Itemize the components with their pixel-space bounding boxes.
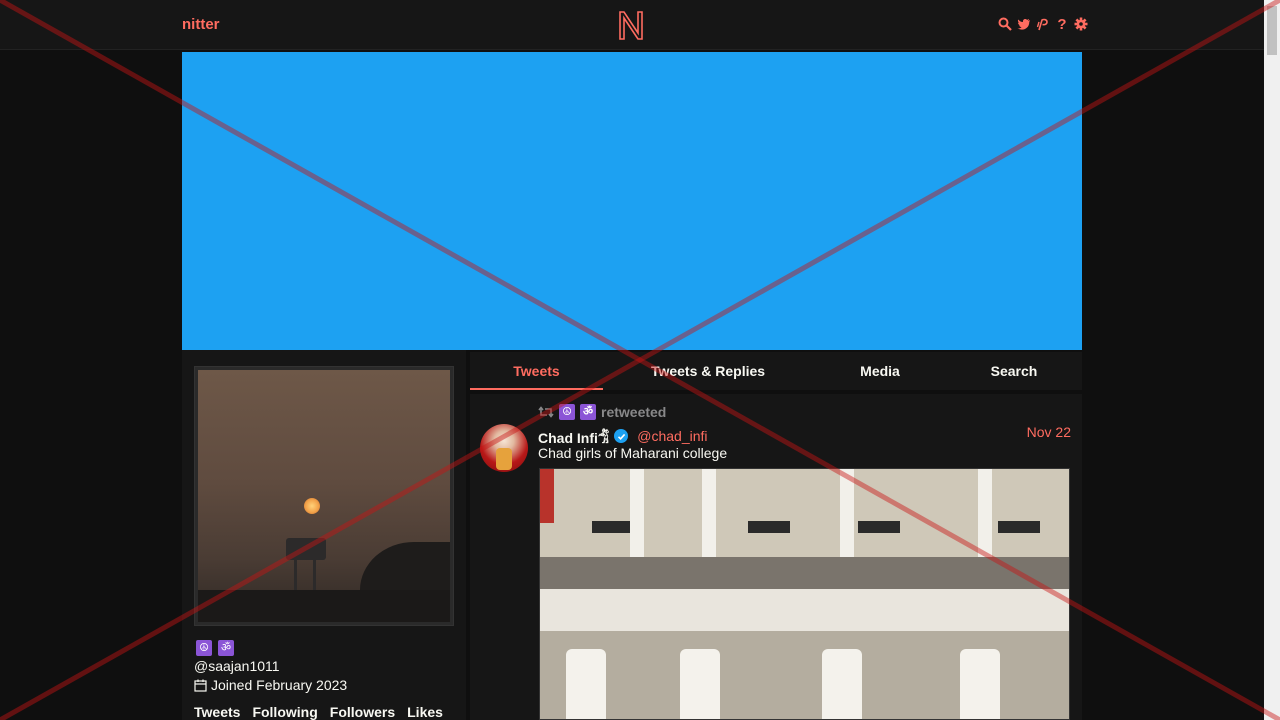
- media-pillar: [630, 469, 644, 557]
- sun-shape: [304, 498, 320, 514]
- tab-media[interactable]: Media: [813, 352, 947, 390]
- tab-tweets-replies[interactable]: Tweets & Replies: [603, 352, 813, 390]
- stat-following[interactable]: Following: [252, 704, 317, 720]
- author-name-text[interactable]: Chad Infi: [538, 430, 598, 446]
- rss-icon[interactable]: [1036, 16, 1050, 32]
- stat-likes[interactable]: Likes: [407, 704, 443, 720]
- gear-icon[interactable]: [1074, 16, 1088, 32]
- profile-banner[interactable]: [182, 52, 1082, 350]
- tweet-text: Chad girls of Maharani college: [538, 445, 728, 461]
- twitter-bird-icon[interactable]: [1017, 16, 1031, 32]
- navbar: nitter ?: [0, 0, 1264, 50]
- profile-joined: Joined February 2023: [194, 677, 347, 693]
- stat-tweets[interactable]: Tweets: [194, 704, 240, 720]
- retweet-label: retweeted: [601, 404, 667, 420]
- scrollbar-thumb[interactable]: [1267, 6, 1277, 55]
- media-window: [748, 521, 790, 533]
- om-badge: ॐ: [218, 640, 234, 656]
- profile-stats: Tweets Following Followers Likes: [194, 704, 443, 720]
- media-arch: [822, 649, 862, 719]
- profile-card: ☮ ॐ @saajan1011 Joined February 2023 Twe…: [182, 350, 466, 720]
- page-scrollbar[interactable]: [1264, 0, 1280, 720]
- nav-icons: ?: [998, 16, 1088, 33]
- tweet-author-handle[interactable]: @chad_infi: [637, 428, 707, 444]
- nitter-logo[interactable]: [617, 9, 645, 41]
- peace-badge: ☮: [559, 404, 575, 420]
- tab-search[interactable]: Search: [947, 352, 1081, 390]
- media-arch: [680, 649, 720, 719]
- joined-text: Joined February 2023: [211, 677, 348, 693]
- media-window: [592, 521, 634, 533]
- tweet-media-image[interactable]: [539, 468, 1070, 720]
- retweet-icon: [538, 406, 554, 418]
- timeline-tabs: Tweets Tweets & Replies Media Search: [470, 352, 1082, 390]
- water-tower-shape: [286, 538, 326, 560]
- author-name-emoji: 𓀦: [597, 430, 610, 446]
- profile-badges: ☮ ॐ: [196, 640, 234, 656]
- avatar-figure: [496, 448, 512, 470]
- media-rail: [540, 589, 1069, 631]
- media-pillar: [978, 469, 992, 557]
- media-balcony: [540, 557, 1069, 589]
- tweet-date[interactable]: Nov 22: [1027, 424, 1071, 440]
- verified-badge-icon: [614, 429, 629, 443]
- calendar-icon: [194, 679, 207, 692]
- help-icon[interactable]: ?: [1055, 16, 1069, 33]
- tab-tweets[interactable]: Tweets: [470, 352, 603, 390]
- search-icon[interactable]: [998, 16, 1012, 32]
- media-red-sign: [540, 469, 554, 523]
- avatar-image: [198, 370, 450, 622]
- media-arch: [566, 649, 606, 719]
- profile-username[interactable]: @saajan1011: [194, 658, 280, 674]
- media-pillar: [702, 469, 716, 557]
- tweet-author-avatar[interactable]: [480, 424, 528, 472]
- peace-badge: ☮: [196, 640, 212, 656]
- brand-link[interactable]: nitter: [182, 16, 220, 33]
- media-pillar: [840, 469, 854, 557]
- retweet-header: ☮ ॐ retweeted: [538, 404, 666, 420]
- timeline: ☮ ॐ retweeted Chad Infi𓀦 @chad_infi Nov …: [470, 394, 1082, 720]
- profile-avatar[interactable]: [194, 366, 454, 626]
- media-window: [998, 521, 1040, 533]
- stat-followers[interactable]: Followers: [330, 704, 395, 720]
- ground-shape: [198, 590, 450, 622]
- media-arch: [960, 649, 1000, 719]
- om-badge: ॐ: [580, 404, 596, 420]
- media-window: [858, 521, 900, 533]
